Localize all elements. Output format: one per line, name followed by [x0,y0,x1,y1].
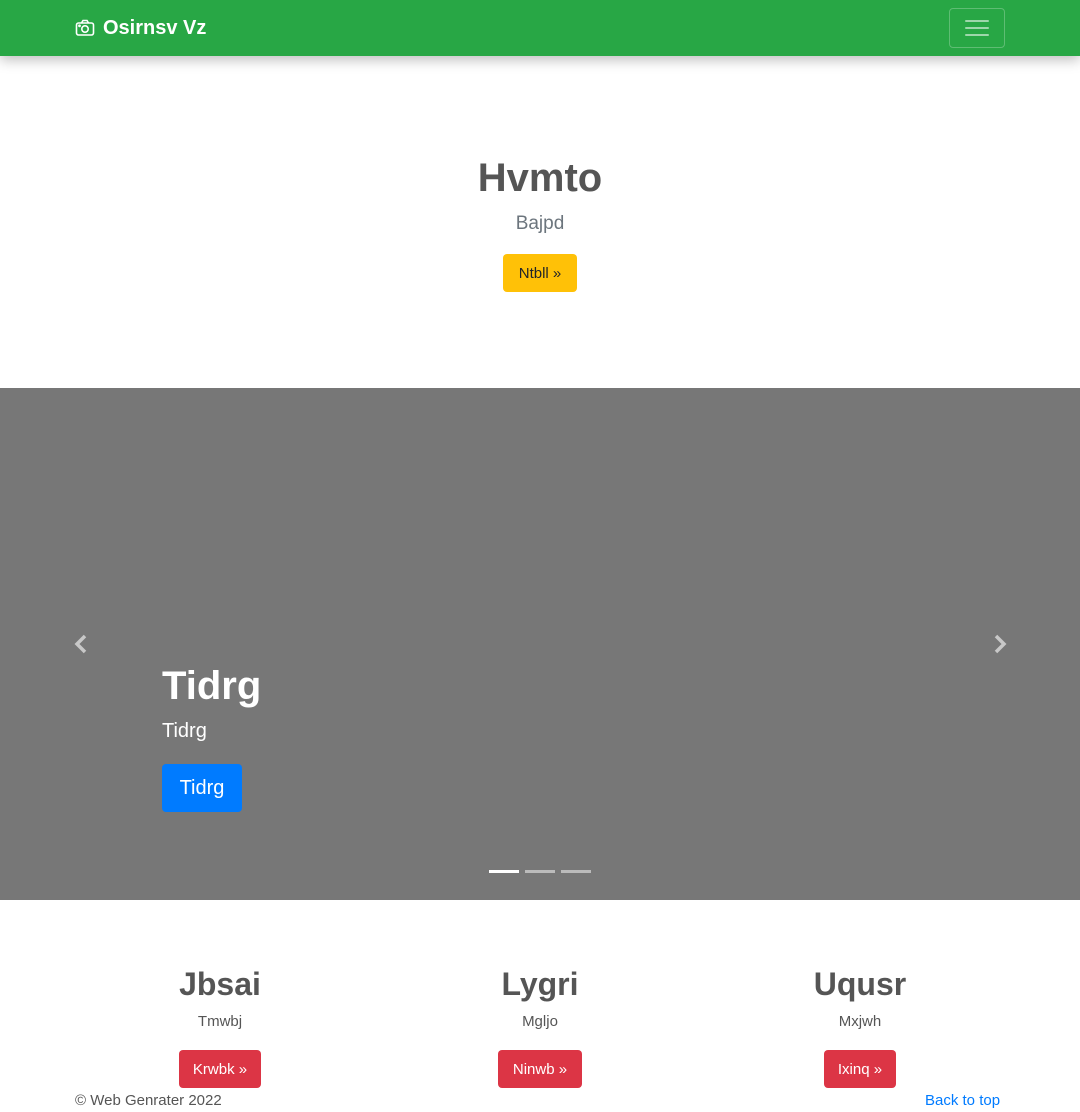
feature-button-1[interactable]: Krwbk » [179,1050,261,1088]
navbar: Osirnsv Vz [0,0,1080,56]
feature-button-2[interactable]: Ninwb » [498,1050,582,1088]
navbar-toggler-button[interactable] [949,8,1005,48]
hero-title: Hvmto [477,156,603,200]
feature-title: Uqusr [813,966,907,1002]
carousel-caption-text: Tidrg [162,720,207,742]
feature-column-1: Jbsai Tmwbj Krwbk » [100,964,340,1088]
camera-icon [75,19,95,36]
carousel-caption-title: Tidrg [162,664,262,708]
carousel-caption-button[interactable]: Tidrg [162,764,242,812]
feature-title: Lygri [501,966,579,1002]
carousel-indicators [489,870,591,873]
footer-copyright: © Web Genrater 2022 [75,1092,222,1109]
carousel-next-control[interactable] [987,632,1011,656]
carousel-indicator-1[interactable] [489,870,519,873]
brand-name: Osirnsv Vz [103,16,207,39]
brand-link[interactable]: Osirnsv Vz [75,15,206,41]
carousel: Tidrg Tidrg Tidrg [0,388,1080,900]
feature-text: Mgljo [522,1013,558,1030]
chevron-right-icon [994,634,1007,654]
carousel-indicator-3[interactable] [561,870,591,873]
back-to-top-link[interactable]: Back to top [925,1091,1000,1111]
chevron-left-icon [74,634,87,654]
carousel-prev-control[interactable] [70,632,94,656]
hero-button[interactable]: Ntbll » [503,254,577,292]
feature-column-3: Uqusr Mxjwh Ixinq » [740,964,980,1088]
feature-button-3[interactable]: Ixinq » [824,1050,896,1088]
hamburger-icon [965,20,989,36]
hero-section: Hvmto Bajpd Ntbll » [0,56,1080,388]
feature-text: Tmwbj [197,1013,243,1030]
carousel-indicator-2[interactable] [525,870,555,873]
feature-column-2: Lygri Mgljo Ninwb » [420,964,660,1088]
hero-subtitle: Bajpd [515,213,565,234]
feature-text: Mxjwh [838,1013,882,1030]
feature-title: Jbsai [179,966,261,1002]
